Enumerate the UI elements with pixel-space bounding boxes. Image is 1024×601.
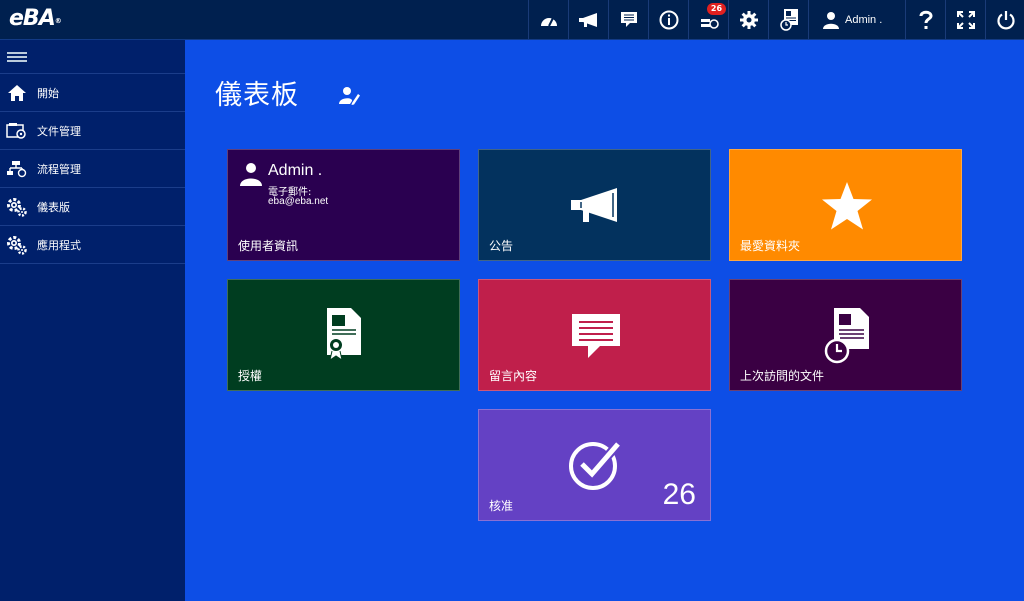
help-icon [919,10,933,29]
message-icon [620,11,637,27]
logout-button[interactable] [985,0,1024,39]
speedometer-icon [540,17,557,26]
tile-favorite-folders[interactable]: 最愛資料夾 [729,149,962,261]
tile-label: 授權 [238,369,263,383]
user-icon [240,163,262,186]
star-icon [822,182,872,230]
top-bar: eBA® 26 Admin . [0,0,1024,40]
tile-label: 公告 [489,239,514,253]
announcements-button[interactable] [568,0,608,39]
sidebar-item-label: 應用程式 [37,239,81,252]
user-name: Admin . [845,13,883,26]
approvals-count: 26 [662,478,696,511]
tile-label: 留言內容 [489,369,538,383]
sidebar-item-document-management[interactable]: 文件管理 [0,112,185,150]
user-icon [823,11,839,29]
tile-authorization[interactable]: 授權 [227,279,460,391]
sidebar-item-label: 開始 [37,87,59,100]
sidebar-item-workflow-management[interactable]: 流程管理 [0,150,185,188]
document-clock-icon [779,8,798,31]
tile-approvals[interactable]: 26 核准 [478,409,711,521]
page-title: 儀表板 [215,80,299,111]
tile-last-visited-documents[interactable]: 上次訪問的文件 [729,279,962,391]
user-edit-icon [339,87,360,105]
sidebar-item-applications[interactable]: 應用程式 [0,226,185,264]
tile-messages[interactable]: 留言內容 [478,279,711,391]
sidebar-item-dashboard[interactable]: 儀表版 [0,188,185,226]
gear-icon [739,10,758,29]
messages-button[interactable] [608,0,648,39]
document-management-icon [6,122,26,139]
megaphone-icon [571,188,617,222]
sidebar-item-label: 儀表版 [37,201,70,214]
tile-label: 最愛資料夾 [740,239,801,253]
menu-toggle-button[interactable] [0,40,185,74]
user-menu[interactable]: Admin . [808,0,906,39]
check-circle-icon [569,441,622,490]
email-value: eba@eba.net [268,196,329,207]
sidebar-item-label: 流程管理 [37,163,81,176]
tile-label: 使用者資訊 [238,239,299,253]
fullscreen-icon [956,10,975,29]
help-button[interactable] [905,0,945,39]
tile-label: 上次訪問的文件 [740,369,825,383]
gears-icon [7,235,27,255]
eba-logo[interactable]: eBA® [9,5,62,33]
certificate-icon [327,308,361,361]
tile-user-info[interactable]: Admin . 電子郵件: eba@eba.net 使用者資訊 [227,149,460,261]
pending-approvals-button[interactable]: 26 [688,0,728,39]
recent-documents-button[interactable] [768,0,808,39]
sidebar-item-label: 文件管理 [37,125,81,138]
tile-user-name: Admin . [268,162,323,179]
edit-dashboard-button[interactable] [339,86,361,110]
document-clock-icon [824,308,869,364]
sidebar-item-home[interactable]: 開始 [0,74,185,112]
sidebar: 開始 文件管理 流程管理 儀表版 應用程式 [0,40,185,601]
power-icon [996,10,1015,29]
gears-icon [7,197,27,217]
logo-text: eBA [9,6,56,31]
workflow-icon [7,160,27,177]
logo-registered-mark: ® [54,17,62,25]
info-button[interactable] [648,0,688,39]
notification-badge: 26 [707,3,726,15]
megaphone-icon [578,12,597,27]
fullscreen-button[interactable] [945,0,985,39]
dashboard-speedometer-button[interactable] [528,0,568,39]
message-icon [572,314,620,358]
info-icon [659,10,678,29]
tile-announcements[interactable]: 公告 [478,149,711,261]
tile-label: 核准 [489,499,514,513]
settings-button[interactable] [728,0,768,39]
home-icon [8,84,26,101]
